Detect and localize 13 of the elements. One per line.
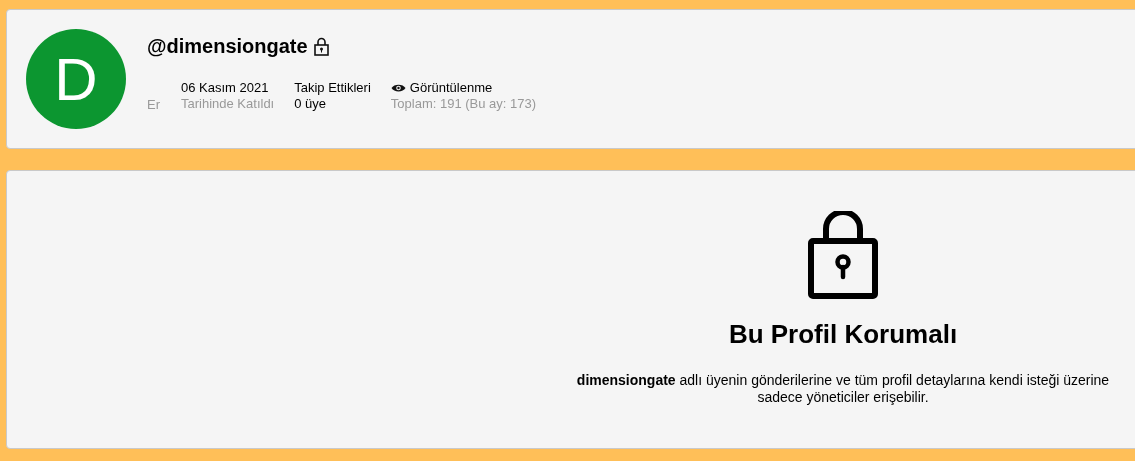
gender-label: Er <box>147 96 161 112</box>
avatar: D <box>26 29 126 129</box>
username: @dimensiongate <box>147 34 308 58</box>
stat-title: Görüntülenme <box>409 79 493 96</box>
notice-message: dimensiongate adlı üyenin gönderilerine ve tüm profil detaylarına kendi isteği üzerine sadece yöneticiler erişebilir. <box>575 372 1111 406</box>
eye-icon <box>390 82 406 93</box>
stat-value: Tarihinde Katıldı <box>181 95 275 112</box>
stat-title: 06 Kasım 2021 <box>181 79 269 96</box>
notice-title: Bu Profil Korumalı <box>728 319 958 350</box>
stat-title: Takip Ettikleri <box>294 79 371 96</box>
stat-value: Toplam: 191 (Bu ay: 173) <box>390 95 537 112</box>
stat-value: 0 üye <box>294 95 328 112</box>
lock-icon <box>808 211 878 299</box>
